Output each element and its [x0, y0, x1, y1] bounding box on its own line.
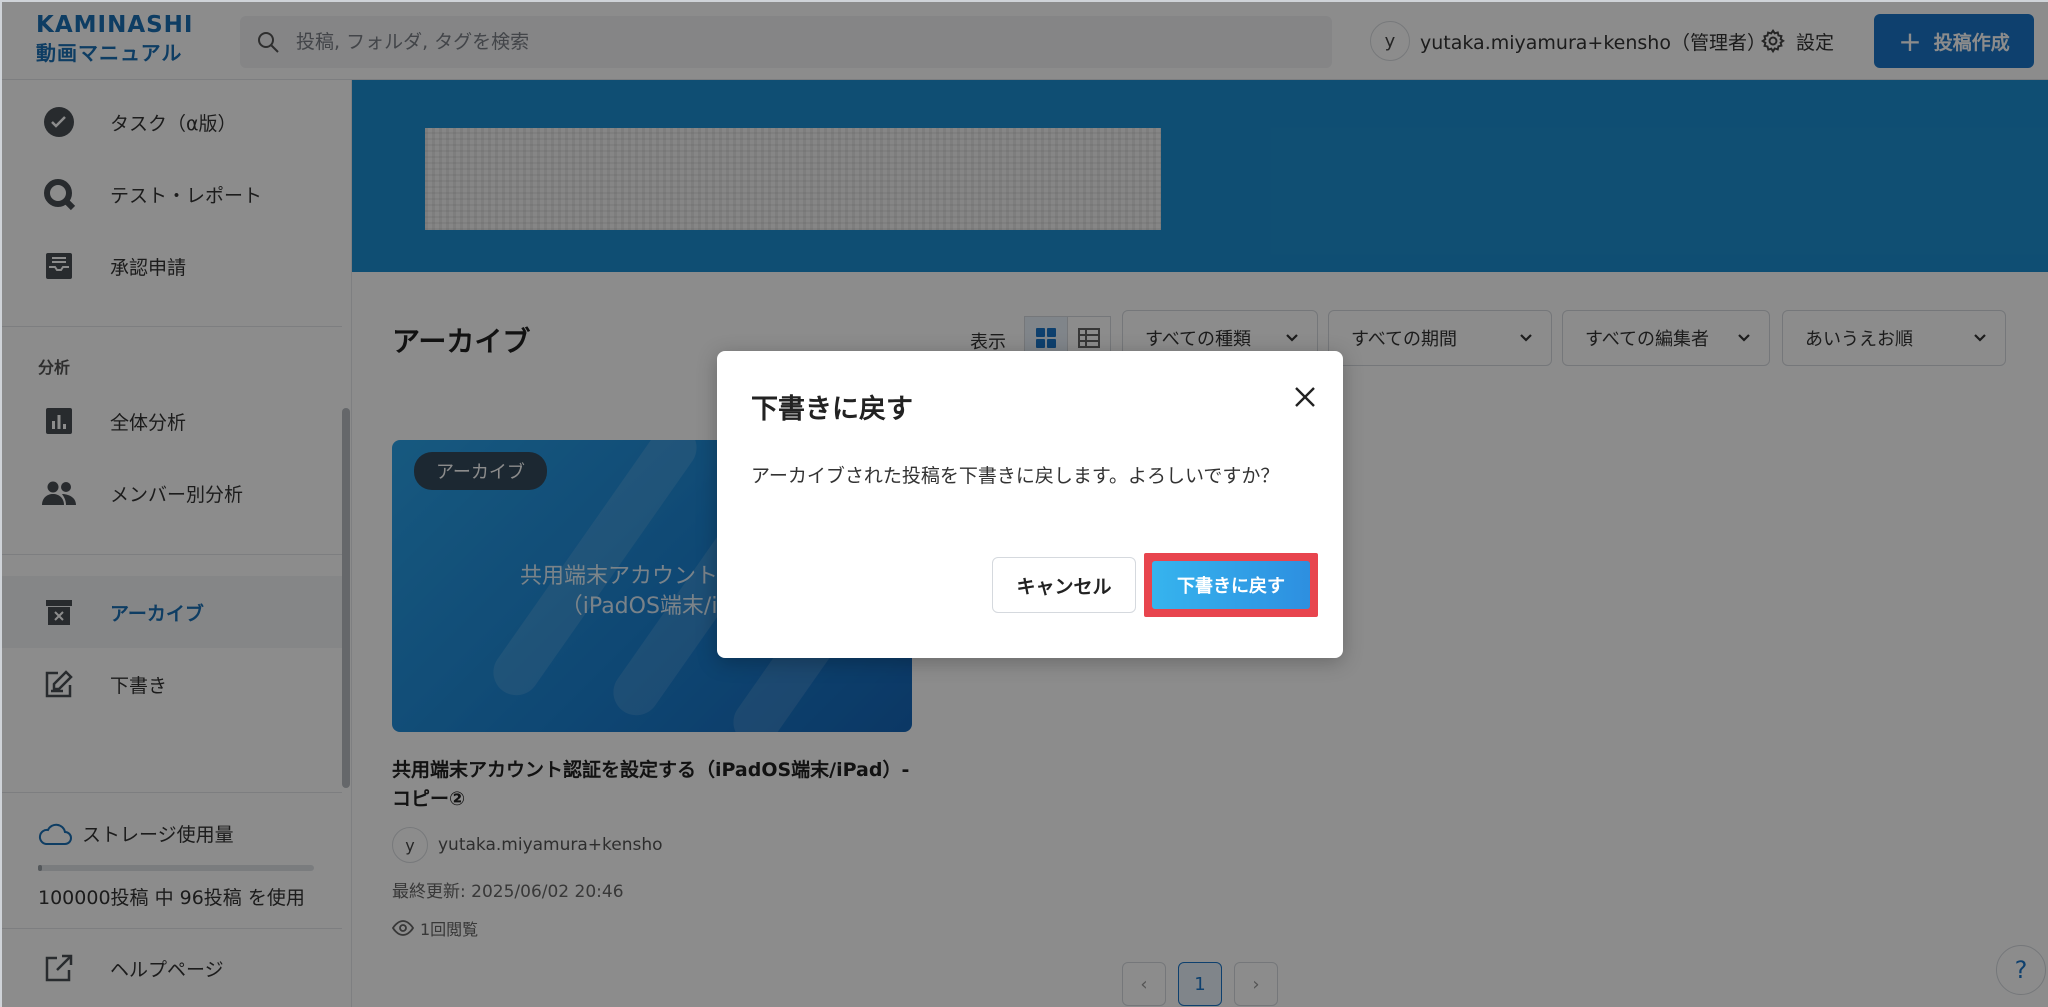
confirm-restore-draft-button[interactable]: 下書きに戻す — [1144, 553, 1318, 617]
cancel-button[interactable]: キャンセル — [992, 557, 1136, 613]
restore-draft-dialog: 下書きに戻す アーカイブされた投稿を下書きに戻します。よろしいですか？ キャンセ… — [717, 351, 1343, 658]
dialog-title: 下書きに戻す — [751, 394, 913, 425]
close-button[interactable] — [1289, 381, 1321, 413]
dialog-message: アーカイブされた投稿を下書きに戻します。よろしいですか？ — [751, 465, 1280, 487]
close-icon — [1295, 387, 1315, 407]
confirm-button-label: 下書きに戻す — [1152, 561, 1310, 609]
app-window: KAMINASHI 動画マニュアル y yutaka.miyamura+kens… — [0, 0, 2048, 1007]
